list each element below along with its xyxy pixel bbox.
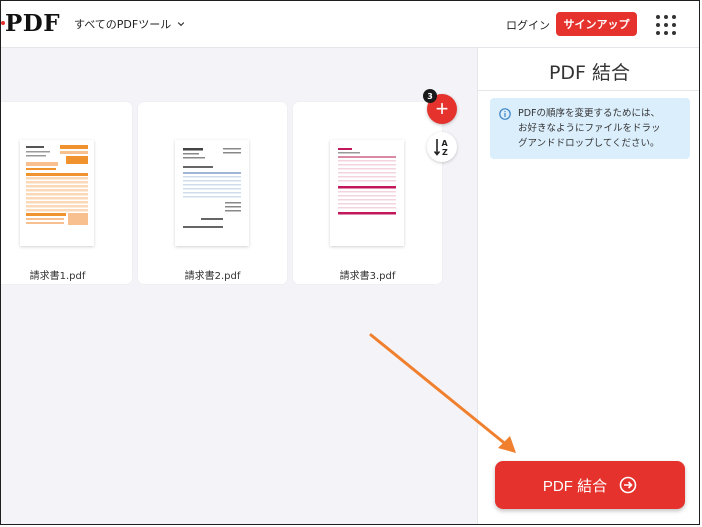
file-card-1[interactable]: 請求書1.pdf bbox=[1, 102, 132, 284]
file-name-1: 請求書1.pdf bbox=[29, 271, 86, 282]
file-workspace: 請求書1.pdf 請求書2.pdf 請求書3.pdf + 3 A Z bbox=[1, 48, 477, 524]
file-thumbnail-1 bbox=[20, 140, 94, 246]
file-card-3[interactable]: 請求書3.pdf bbox=[293, 102, 442, 284]
svg-text:A: A bbox=[442, 139, 449, 148]
info-box: PDFの順序を変更するためには、 お好きなようにファイルをドラッ グアンドドロッ… bbox=[490, 98, 690, 159]
sidebar-title: PDF 結合 bbox=[548, 62, 631, 84]
file-name-2: 請求書2.pdf bbox=[184, 271, 241, 282]
merge-sidebar: PDF 結合 PDFの順序を変更するためには、 お好きなようにファイルをドラッ … bbox=[477, 48, 699, 524]
file-name-3: 請求書3.pdf bbox=[339, 271, 396, 282]
file-count-badge: 3 bbox=[423, 89, 437, 103]
top-header: PDF すべてのPDFツール ログイン サインアップ bbox=[1, 1, 699, 48]
info-message: PDFの順序を変更するためには、 お好きなようにファイルをドラッ グアンドドロッ… bbox=[518, 106, 682, 151]
merge-pdf-button[interactable]: PDF 結合 bbox=[495, 461, 685, 509]
logo[interactable]: PDF bbox=[5, 10, 60, 37]
apps-grid-icon[interactable] bbox=[656, 15, 676, 35]
file-thumbnail-3 bbox=[330, 140, 404, 246]
file-card-2[interactable]: 請求書2.pdf bbox=[138, 102, 287, 284]
file-thumbnail-2 bbox=[175, 140, 249, 246]
info-line-3: グアンドドロップしてください。 bbox=[518, 138, 660, 149]
info-line-1: PDFの順序を変更するためには、 bbox=[518, 108, 661, 119]
info-icon bbox=[499, 108, 511, 120]
app-window: PDF すべてのPDFツール ログイン サインアップ 請求書1.pdf 請求書2… bbox=[0, 0, 700, 525]
sort-az-button[interactable]: A Z bbox=[427, 132, 457, 162]
all-tools-label: すべてのPDFツール bbox=[74, 18, 172, 31]
sort-az-icon: A Z bbox=[433, 139, 449, 157]
merge-pdf-label: PDF 結合 bbox=[542, 477, 608, 495]
login-link[interactable]: ログイン bbox=[506, 17, 550, 33]
arrow-right-circle-icon bbox=[619, 476, 637, 494]
info-line-2: お好きなようにファイルをドラッ bbox=[518, 123, 661, 134]
all-tools-menu[interactable]: すべてのPDFツール bbox=[74, 16, 185, 32]
svg-text:Z: Z bbox=[442, 148, 448, 157]
chevron-down-icon bbox=[178, 22, 185, 27]
sidebar-divider bbox=[478, 90, 699, 91]
signup-button[interactable]: サインアップ bbox=[556, 12, 637, 36]
